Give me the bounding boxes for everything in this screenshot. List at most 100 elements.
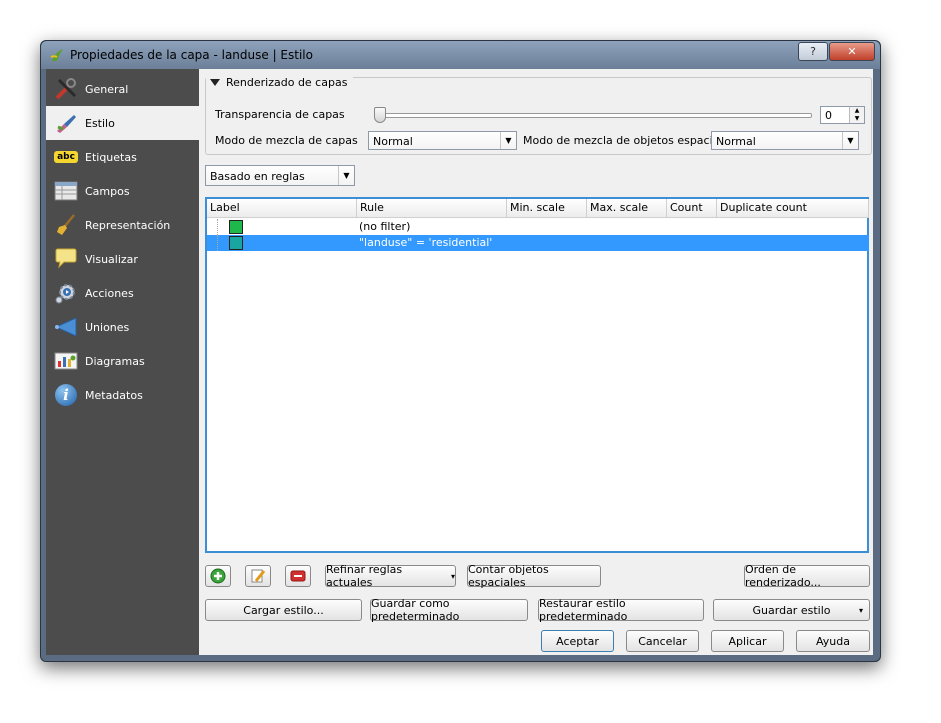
remove-rule-icon: [290, 570, 306, 582]
tools-icon: [53, 77, 79, 101]
add-rule-icon: [210, 568, 226, 584]
window-title: Propiedades de la capa - landuse | Estil…: [70, 48, 313, 62]
sidebar-item-general[interactable]: General: [46, 72, 199, 106]
spin-down-icon[interactable]: ▼: [850, 115, 864, 123]
spin-up-icon[interactable]: ▲: [850, 107, 864, 115]
tree-line: [217, 235, 228, 251]
apply-button[interactable]: Aplicar: [711, 630, 784, 652]
info-glyph: i: [55, 384, 77, 406]
sidebar-item-representacion[interactable]: Representación: [46, 208, 199, 242]
qgis-logo-icon: [50, 49, 63, 61]
table-row[interactable]: (no filter): [207, 219, 869, 235]
abc-glyph: abc: [54, 151, 78, 163]
load-style-button[interactable]: Cargar estilo...: [205, 599, 362, 621]
refine-rules-label: Refinar reglas actuales: [326, 563, 403, 589]
restore-default-button[interactable]: Restaurar estilo predeterminado: [538, 597, 704, 623]
sidebar-item-visualizar[interactable]: Visualizar: [46, 242, 199, 276]
rendering-order-button[interactable]: Orden de renderizado...: [744, 563, 870, 589]
blend-mode-value: Normal: [373, 135, 413, 148]
accept-button[interactable]: Aceptar: [541, 630, 614, 652]
tree-line: [217, 219, 228, 235]
chevron-down-icon: ▼: [842, 132, 858, 149]
rule-cell: "landuse" = 'residential': [359, 236, 493, 249]
refine-rules-button[interactable]: Refinar reglas actuales ▾: [325, 563, 456, 589]
sidebar-item-label: Campos: [85, 184, 130, 198]
transparency-slider-track[interactable]: [376, 113, 812, 118]
chevron-down-icon: ▾: [450, 571, 455, 581]
sidebar-item-label: Uniones: [85, 320, 130, 334]
diagram-icon: [53, 349, 79, 373]
col-duplicate-count[interactable]: Duplicate count: [717, 199, 869, 217]
save-default-button[interactable]: Guardar como predeterminado: [370, 597, 528, 623]
transparency-slider-handle[interactable]: [374, 107, 386, 123]
help-button[interactable]: Ayuda: [796, 630, 870, 652]
chevron-down-icon: ▾: [858, 605, 863, 615]
feature-blend-value: Normal: [716, 135, 756, 148]
close-button[interactable]: ✕: [829, 42, 875, 61]
feature-blend-label: Modo de mezcla de objetos espaciales: [523, 134, 735, 147]
sidebar-item-label: Estilo: [85, 116, 115, 130]
table-icon: [53, 179, 79, 203]
dialog-body: General Estilo abc Etiquetas Campos Repr…: [46, 69, 873, 655]
symbol-swatch[interactable]: [229, 236, 243, 250]
layer-rendering-group: Renderizado de capas Transparencia de ca…: [205, 76, 872, 155]
spin-arrows[interactable]: ▲ ▼: [849, 107, 864, 123]
col-label[interactable]: Label: [207, 199, 357, 217]
table-row[interactable]: "landuse" = 'residential': [207, 235, 869, 251]
count-features-button[interactable]: Contar objetos espaciales: [467, 563, 601, 589]
sidebar-item-label: Etiquetas: [85, 150, 137, 164]
style-panel: Renderizado de capas Transparencia de ca…: [199, 69, 873, 655]
blend-mode-label: Modo de mezcla de capas: [215, 134, 358, 147]
blend-mode-select[interactable]: Normal ▼: [368, 131, 517, 150]
help-title-button[interactable]: ?: [798, 42, 828, 61]
col-min-scale[interactable]: Min. scale: [507, 199, 587, 217]
sidebar-item-label: General: [85, 82, 129, 96]
title-bar: Propiedades de la capa - landuse | Estil…: [41, 41, 880, 69]
brush-icon: [53, 111, 79, 135]
sidebar-item-metadatos[interactable]: i Metadatos: [46, 378, 199, 412]
feature-blend-select[interactable]: Normal ▼: [711, 131, 859, 150]
speech-bubble-icon: [53, 247, 79, 271]
cancel-button[interactable]: Cancelar: [626, 630, 699, 652]
col-max-scale[interactable]: Max. scale: [587, 199, 667, 217]
sidebar-item-label: Metadatos: [85, 388, 143, 402]
rules-header: Label Rule Min. scale Max. scale Count D…: [207, 199, 869, 218]
sidebar-item-etiquetas[interactable]: abc Etiquetas: [46, 140, 199, 174]
add-rule-button[interactable]: [205, 565, 231, 587]
sidebar-item-campos[interactable]: Campos: [46, 174, 199, 208]
transparency-label: Transparencia de capas: [215, 108, 345, 121]
col-rule[interactable]: Rule: [357, 199, 507, 217]
renderer-type-select[interactable]: Basado en reglas ▼: [205, 165, 355, 186]
broom-icon: [53, 213, 79, 237]
layer-properties-window: Propiedades de la capa - landuse | Estil…: [40, 40, 881, 662]
symbol-swatch[interactable]: [229, 220, 243, 234]
group-title: Renderizado de capas: [226, 76, 348, 89]
save-style-label: Guardar estilo: [752, 603, 831, 617]
rules-tree[interactable]: Label Rule Min. scale Max. scale Count D…: [205, 197, 869, 553]
join-icon: [53, 315, 79, 339]
chevron-down-icon: ▼: [338, 166, 354, 185]
sidebar: General Estilo abc Etiquetas Campos Repr…: [46, 69, 199, 655]
sidebar-item-acciones[interactable]: Acciones: [46, 276, 199, 310]
renderer-type-value: Basado en reglas: [210, 170, 305, 183]
sidebar-item-label: Representación: [85, 218, 171, 232]
collapse-triangle-icon: [210, 79, 220, 86]
col-count[interactable]: Count: [667, 199, 717, 217]
transparency-value: 0: [825, 109, 832, 122]
remove-rule-button[interactable]: [285, 565, 311, 587]
edit-rule-icon: [251, 569, 266, 583]
sidebar-item-label: Acciones: [85, 286, 134, 300]
rule-cell: (no filter): [359, 220, 411, 233]
sidebar-item-label: Visualizar: [85, 252, 138, 266]
sidebar-item-estilo[interactable]: Estilo: [46, 106, 199, 140]
abc-label-icon: abc: [53, 145, 79, 169]
chevron-down-icon: ▼: [500, 132, 516, 149]
edit-rule-button[interactable]: [245, 565, 271, 587]
sidebar-item-uniones[interactable]: Uniones: [46, 310, 199, 344]
save-style-button[interactable]: Guardar estilo ▾: [713, 599, 870, 621]
transparency-spinbox[interactable]: 0 ▲ ▼: [820, 106, 865, 124]
layer-rendering-toggle[interactable]: Renderizado de capas: [206, 76, 354, 89]
sidebar-item-diagramas[interactable]: Diagramas: [46, 344, 199, 378]
sidebar-item-label: Diagramas: [85, 354, 145, 368]
info-icon: i: [53, 383, 79, 407]
